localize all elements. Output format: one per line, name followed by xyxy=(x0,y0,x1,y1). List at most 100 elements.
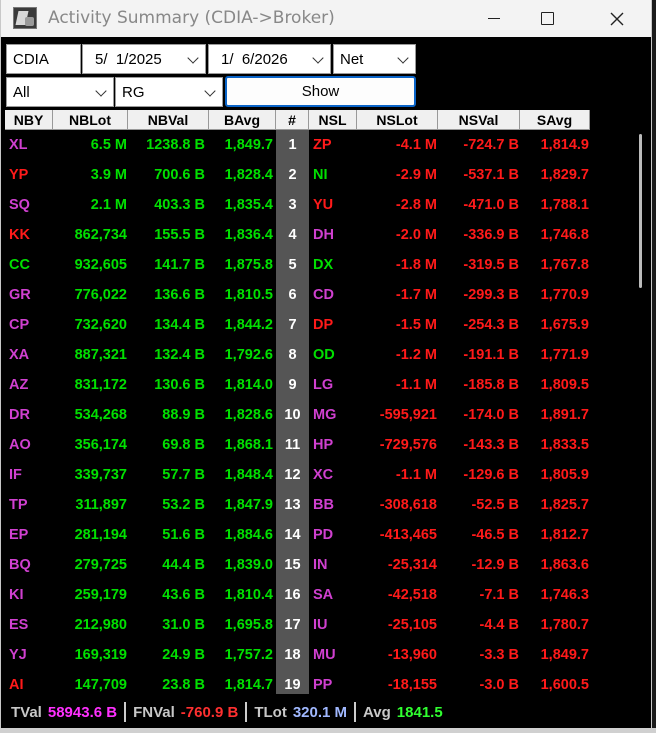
buy-average: 1,792.6 xyxy=(224,347,273,363)
seller-broker-code: NI xyxy=(313,167,328,183)
seller-broker-code: DH xyxy=(313,227,334,243)
col-header-nsl[interactable]: NSL xyxy=(309,110,357,130)
net-sell-lot: -25,314 xyxy=(387,557,437,573)
buyer-broker-code: BQ xyxy=(9,557,31,573)
net-sell-lot: -2.0 M xyxy=(395,227,437,243)
net-buy-lot: 3.9 M xyxy=(90,167,127,183)
show-button[interactable]: Show xyxy=(225,76,416,107)
table-row[interactable]: XL 6.5 M 1238.8 B 1,849.7 1 ZP -4.1 M -724.7 B 1… xyxy=(5,130,635,160)
col-header-nsval[interactable]: NSVal xyxy=(438,110,520,130)
table-row[interactable]: AO 356,174 69.8 B 1,868.1 11 HP -729,576 -143.3… xyxy=(5,430,635,460)
net-sell-lot: -1.1 M xyxy=(395,467,437,483)
net-sell-lot: -729,576 xyxy=(379,437,437,453)
col-header-nslot[interactable]: NSLot xyxy=(357,110,438,130)
buyer-broker-code: SQ xyxy=(9,197,30,213)
scrollbar-thumb[interactable] xyxy=(639,134,642,288)
rank-number: 6 xyxy=(276,280,309,310)
col-header-rank[interactable]: # xyxy=(276,110,309,130)
tlot-value: 320.1 M xyxy=(292,703,348,721)
table-row[interactable]: GR 776,022 136.6 B 1,810.5 6 CD -1.7 M -299.3 B… xyxy=(5,280,635,310)
seller-broker-code: IN xyxy=(313,557,328,573)
net-sell-lot: -595,921 xyxy=(379,407,437,423)
seller-broker-code: YU xyxy=(313,197,334,213)
rank-number: 10 xyxy=(276,400,309,430)
rank-number: 11 xyxy=(276,430,309,460)
sell-average: 1,767.8 xyxy=(540,257,589,273)
table-row[interactable]: KI 259,179 43.6 B 1,810.4 16 SA -42,518 -7.1 B 1… xyxy=(5,580,635,610)
table-scrollbar[interactable] xyxy=(635,130,649,694)
table-row[interactable]: ES 212,980 31.0 B 1,695.8 17 IU -25,105 -4.4 B 1… xyxy=(5,610,635,640)
table-row[interactable]: DR 534,268 88.9 B 1,828.6 10 MG -595,921 -174.0… xyxy=(5,400,635,430)
buy-average: 1,868.1 xyxy=(224,437,273,453)
buy-average: 1,757.2 xyxy=(224,647,273,663)
sell-average: 1,780.7 xyxy=(540,617,589,633)
date-to-picker[interactable]: 1/ 6/2026 xyxy=(208,44,331,74)
net-buy-value: 57.7 B xyxy=(162,467,205,483)
seller-broker-code: BB xyxy=(313,497,334,513)
net-buy-value: 1238.8 B xyxy=(146,137,205,153)
seller-broker-code: IU xyxy=(313,617,328,633)
col-header-nblot[interactable]: NBLot xyxy=(53,110,128,130)
table-row[interactable]: KK 862,734 155.5 B 1,836.4 4 DH -2.0 M -336.9 B… xyxy=(5,220,635,250)
buy-average: 1,695.8 xyxy=(224,617,273,633)
net-buy-lot: 2.1 M xyxy=(90,197,127,213)
table-row[interactable]: BQ 279,725 44.4 B 1,839.0 15 IN -25,314 -12.9 B… xyxy=(5,550,635,580)
net-buy-value: 136.6 B xyxy=(154,287,205,303)
net-sell-lot: -1.5 M xyxy=(395,317,437,333)
net-sell-lot: -2.9 M xyxy=(395,167,437,183)
table-row[interactable]: CC 932,605 141.7 B 1,875.8 5 DX -1.8 M -319.5 B… xyxy=(5,250,635,280)
col-header-nbval[interactable]: NBVal xyxy=(128,110,209,130)
mode-select[interactable]: Net xyxy=(333,44,416,74)
net-buy-value: 23.8 B xyxy=(162,677,205,693)
table-row[interactable]: IF 339,737 57.7 B 1,848.4 12 XC -1.1 M -129.6 B… xyxy=(5,460,635,490)
maximize-button[interactable] xyxy=(524,0,570,37)
col-header-savg[interactable]: SAvg xyxy=(520,110,590,130)
sell-average: 1,805.9 xyxy=(540,467,589,483)
table-row[interactable]: YP 3.9 M 700.6 B 1,828.4 2 NI -2.9 M -537.1 B 1,… xyxy=(5,160,635,190)
seller-broker-code: MG xyxy=(313,407,337,423)
col-header-bavg[interactable]: BAvg xyxy=(209,110,276,130)
seller-broker-code: HP xyxy=(313,437,334,453)
close-button[interactable] xyxy=(594,0,640,37)
table-row[interactable]: AZ 831,172 130.6 B 1,814.0 9 LG -1.1 M -185.8 B… xyxy=(5,370,635,400)
col-header-nby[interactable]: NBY xyxy=(5,110,53,130)
minimize-button[interactable] xyxy=(471,0,517,37)
buyer-broker-code: AZ xyxy=(9,377,29,393)
stock-code-input[interactable]: CDIA xyxy=(6,44,81,74)
tval-label: TVal xyxy=(11,703,42,721)
net-sell-lot: -18,155 xyxy=(387,677,437,693)
buyer-broker-code: YJ xyxy=(9,647,27,663)
activity-summary-window: Activity Summary (CDIA->Broker) CDIA 5/ … xyxy=(0,0,652,733)
table-row[interactable]: SQ 2.1 M 403.3 B 1,835.4 3 YU -2.8 M -471.0 B 1,… xyxy=(5,190,635,220)
buyer-broker-code: EP xyxy=(9,527,29,543)
net-sell-lot: -308,618 xyxy=(379,497,437,513)
net-sell-lot: -1.7 M xyxy=(395,287,437,303)
table-row[interactable]: CP 732,620 134.4 B 1,844.2 7 DP -1.5 M -254.3 B… xyxy=(5,310,635,340)
net-buy-value: 134.4 B xyxy=(154,317,205,333)
close-icon xyxy=(610,12,624,25)
filter-select[interactable]: All xyxy=(6,77,114,107)
buyer-broker-code: IF xyxy=(9,467,22,483)
date-from-picker[interactable]: 5/ 1/2025 xyxy=(82,44,206,74)
net-buy-value: 24.9 B xyxy=(162,647,205,663)
net-sell-lot: -25,105 xyxy=(387,617,437,633)
table-row[interactable]: AI 147,709 23.8 B 1,814.7 19 PP -18,155 -3.0 B 1… xyxy=(5,670,635,694)
table-row[interactable]: XA 887,321 132.4 B 1,792.6 8 OD -1.2 M -191.1 B… xyxy=(5,340,635,370)
tval-value: 58943.6 B xyxy=(47,703,118,721)
net-sell-value: -52.5 B xyxy=(471,497,519,513)
rank-number: 15 xyxy=(276,550,309,580)
minimize-icon xyxy=(488,18,500,19)
buyer-broker-code: KI xyxy=(9,587,24,603)
board-select[interactable]: RG xyxy=(115,77,223,107)
footer-divider xyxy=(245,702,248,722)
table-row[interactable]: EP 281,194 51.6 B 1,884.6 14 PD -413,465 -46.5 … xyxy=(5,520,635,550)
title-bar[interactable]: Activity Summary (CDIA->Broker) xyxy=(1,0,651,37)
buy-average: 1,828.4 xyxy=(224,167,273,183)
footer-divider xyxy=(354,702,357,722)
rank-number: 19 xyxy=(276,670,309,694)
seller-broker-code: OD xyxy=(313,347,335,363)
table-row[interactable]: TP 311,897 53.2 B 1,847.9 13 BB -308,618 -52.5 … xyxy=(5,490,635,520)
table-row[interactable]: YJ 169,319 24.9 B 1,757.2 18 MU -13,960 -3.3 B 1… xyxy=(5,640,635,670)
net-sell-value: -174.0 B xyxy=(463,407,519,423)
net-sell-value: -4.4 B xyxy=(479,617,520,633)
